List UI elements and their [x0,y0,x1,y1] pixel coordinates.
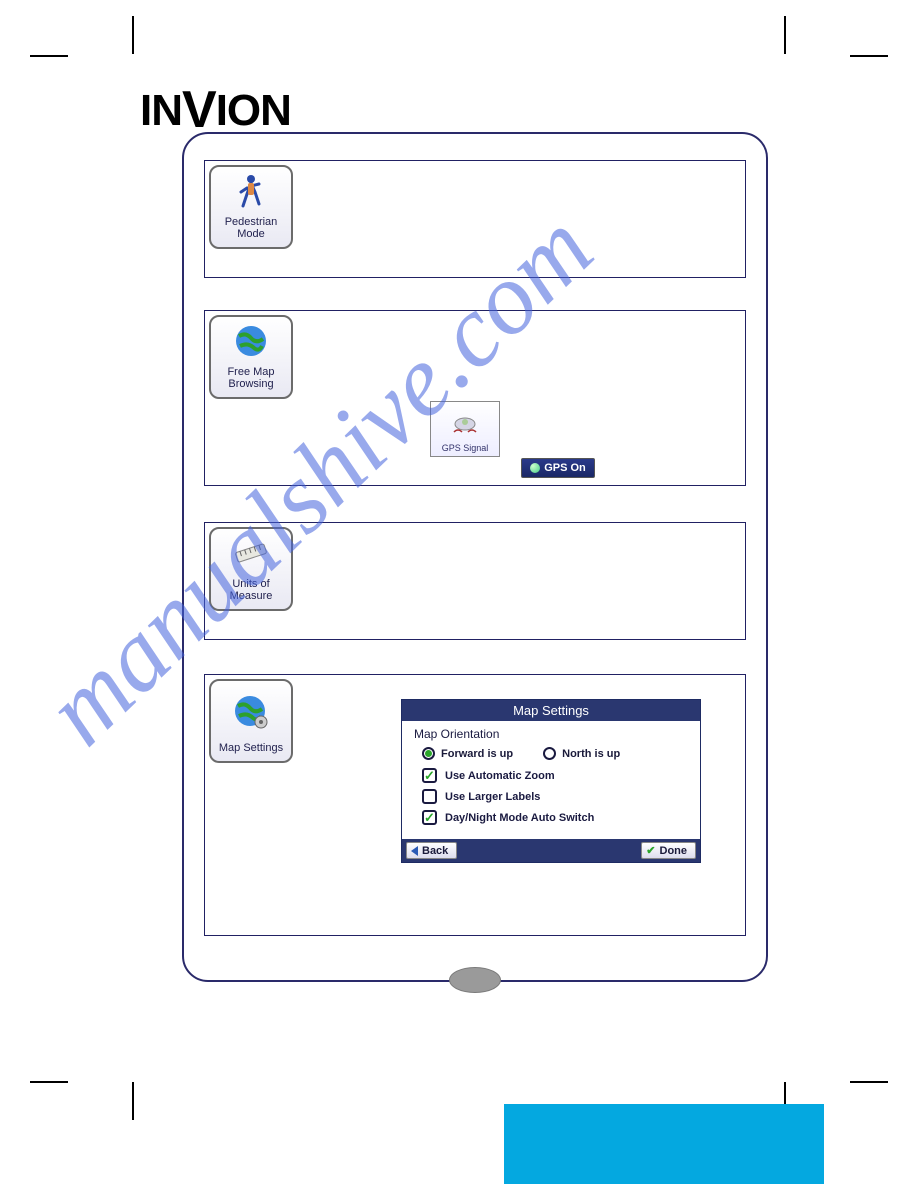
device-panel: Pedestrian Mode Free Map Browsing GPS S [182,132,768,982]
gps-on-button[interactable]: GPS On [521,458,595,478]
row-mapsettings: Map Settings Map Settings Map Orientatio… [204,674,746,936]
globe-gear-icon [233,681,269,742]
gps-on-label: GPS On [544,462,586,474]
checkbox-icon [422,789,437,804]
checkbox-auto-zoom[interactable]: Use Automatic Zoom [422,768,688,783]
free-map-browsing-button[interactable]: Free Map Browsing [209,315,293,399]
crop-mark [30,55,68,57]
pedestrian-label: Pedestrian Mode [225,216,278,241]
footer-blue-box [504,1104,824,1184]
crop-mark [784,16,786,54]
back-arrow-icon [411,846,418,856]
map-settings-button[interactable]: Map Settings [209,679,293,763]
row-pedestrian: Pedestrian Mode [204,160,746,278]
units-label: Units of Measure [230,578,273,603]
units-of-measure-button[interactable]: Units of Measure [209,527,293,611]
dialog-subtitle: Map Orientation [414,727,688,741]
panel-knob [449,967,501,993]
radio-icon [422,747,435,760]
free-map-label: Free Map Browsing [227,366,274,391]
brand-logo: INVION [140,78,291,138]
pedestrian-icon [237,167,265,216]
checkbox-daynight[interactable]: Day/Night Mode Auto Switch [422,810,688,825]
crop-mark [132,16,134,54]
checkbox-larger-labels[interactable]: Use Larger Labels [422,789,688,804]
radio-forward-up[interactable]: Forward is up [422,747,513,760]
map-settings-dialog: Map Settings Map Orientation Forward is … [401,699,701,863]
crop-mark [30,1081,68,1083]
back-button[interactable]: Back [406,842,457,859]
done-button[interactable]: ✔ Done [641,842,696,859]
crop-mark [132,1082,134,1120]
checkbox-icon [422,768,437,783]
radio-icon [543,747,556,760]
radio-north-up[interactable]: North is up [543,747,620,760]
gps-signal-label: GPS Signal [442,443,489,453]
crop-mark [850,1081,888,1083]
pedestrian-mode-button[interactable]: Pedestrian Mode [209,165,293,249]
done-button-label: Done [660,845,688,857]
chk-zoom-label: Use Automatic Zoom [445,770,555,782]
row-units: Units of Measure [204,522,746,640]
dialog-title: Map Settings [402,700,700,721]
chk-daynight-label: Day/Night Mode Auto Switch [445,812,594,824]
chk-labels-label: Use Larger Labels [445,791,540,803]
checkbox-icon [422,810,437,825]
crop-mark [850,55,888,57]
radio-north-label: North is up [562,748,620,760]
row-freemap: Free Map Browsing GPS Signal GPS On [204,310,746,486]
back-button-label: Back [422,845,448,857]
globe-icon [234,317,268,366]
radio-forward-label: Forward is up [441,748,513,760]
gps-dot-icon [530,463,540,473]
satellite-icon [450,402,480,443]
gps-signal-button[interactable]: GPS Signal [430,401,500,457]
ruler-icon [234,529,268,578]
check-icon: ✔ [646,844,655,857]
mapsettings-label: Map Settings [219,742,283,755]
